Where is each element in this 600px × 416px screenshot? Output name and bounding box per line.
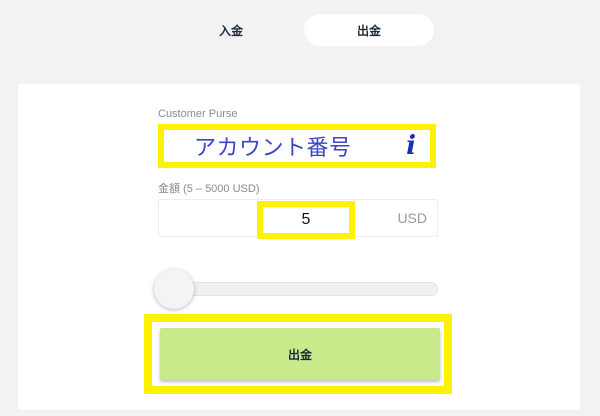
- purse-field[interactable]: アカウント番号 i: [158, 124, 436, 168]
- tab-bar: 入金 出金: [166, 14, 434, 46]
- currency-label: USD: [397, 210, 427, 226]
- submit-highlight: 出金: [144, 314, 452, 394]
- tab-withdraw[interactable]: 出金: [304, 14, 434, 46]
- amount-label: 金額 (5 – 5000 USD): [158, 183, 260, 195]
- amount-slider-track[interactable]: [158, 282, 438, 296]
- purse-value: アカウント番号: [194, 136, 352, 161]
- amount-input[interactable]: 5: [257, 201, 355, 239]
- purse-label: Customer Purse: [158, 108, 238, 120]
- withdraw-button[interactable]: 出金: [160, 328, 440, 380]
- amount-slider-thumb[interactable]: [154, 269, 194, 309]
- info-icon[interactable]: i: [406, 133, 420, 159]
- tab-deposit[interactable]: 入金: [166, 14, 296, 46]
- amount-field[interactable]: 5 USD: [158, 199, 438, 239]
